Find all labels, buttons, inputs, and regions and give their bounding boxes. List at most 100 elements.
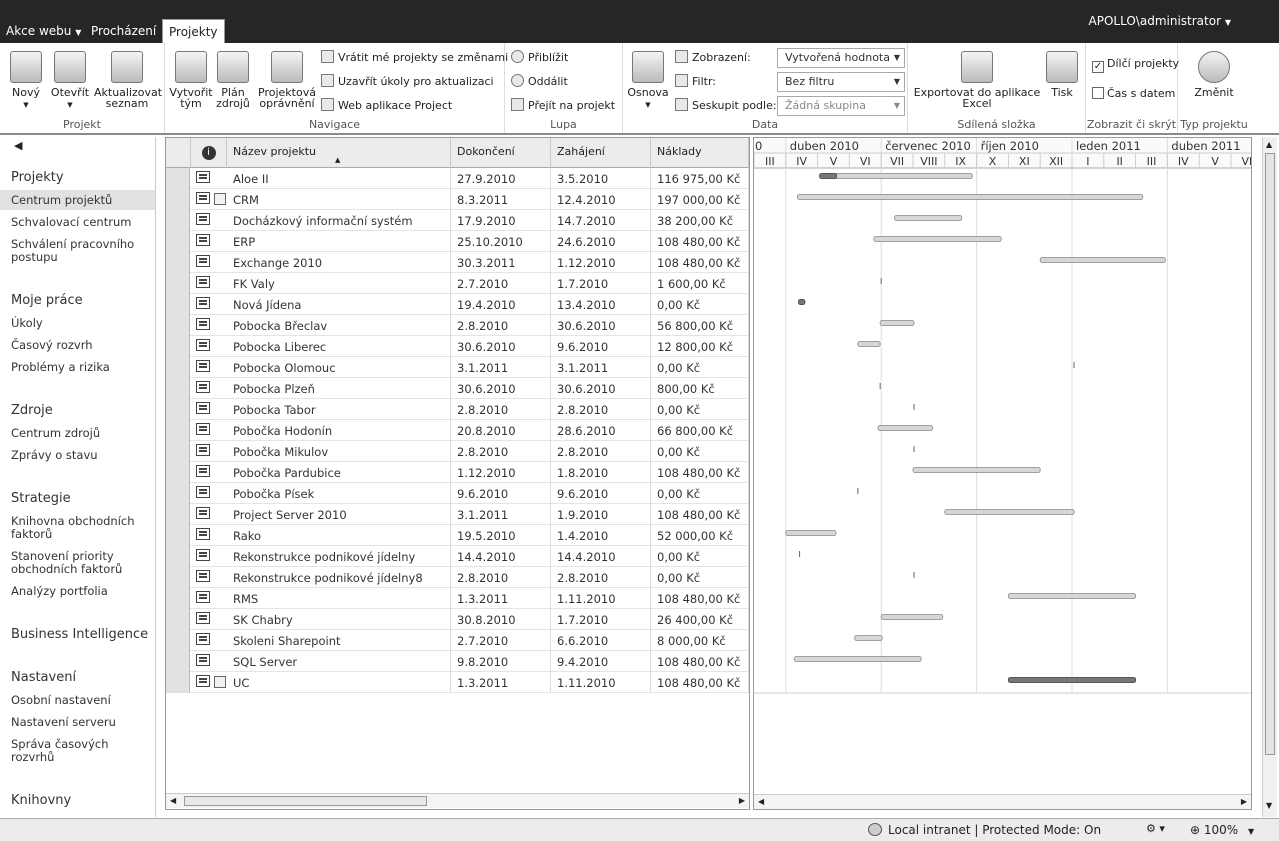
zoom-out-button[interactable]: Oddálit [511, 74, 568, 90]
project-icon[interactable] [196, 591, 210, 603]
subprojects-checkbox[interactable]: ✓ Dílčí projekty [1092, 56, 1179, 73]
tab-browse[interactable]: Procházení [85, 19, 162, 43]
row-selector[interactable] [166, 651, 190, 672]
row-selector[interactable] [166, 273, 190, 294]
row-selector[interactable] [166, 525, 190, 546]
table-row[interactable]: Pobočka Pardubice 1.12.2010 1.8.2010 108 48… [166, 462, 749, 483]
cell-name[interactable]: RMS [227, 588, 451, 609]
scroll-left-icon[interactable]: ◀ [170, 796, 176, 805]
zoom-in-button[interactable]: Přiblížit [511, 50, 568, 66]
tab-projects[interactable]: Projekty [162, 19, 225, 43]
row-selector[interactable] [166, 315, 190, 336]
nav-item-sprava[interactable]: Správa časových rozvrhů [11, 738, 151, 764]
nav-item-ukoly[interactable]: Úkoly [11, 317, 151, 330]
build-team-button[interactable]: Vytvořit tým [169, 51, 213, 109]
project-detail-icon[interactable] [214, 193, 226, 205]
gantt-bar[interactable] [894, 215, 963, 221]
web-app-button[interactable]: Web aplikace Project [321, 98, 452, 114]
nav-heading-zdroje[interactable]: Zdroje [11, 403, 53, 418]
filter-select[interactable]: Bez filtru ▼ [777, 72, 905, 92]
outline-button[interactable]: Osnova ▼ [627, 51, 669, 111]
scrollbar-thumb[interactable] [1265, 153, 1275, 755]
row-selector[interactable] [166, 420, 190, 441]
project-icon[interactable] [196, 276, 210, 288]
table-row[interactable]: Pobočka Mikulov 2.8.2010 2.8.2010 0,00 Kč [166, 441, 749, 462]
table-row[interactable]: Pobočka Písek 9.6.2010 9.6.2010 0,00 Kč [166, 483, 749, 504]
column-header-name[interactable]: Název projektu ▲ [227, 138, 451, 168]
scroll-up-icon[interactable]: ▲ [1266, 140, 1272, 149]
cell-name[interactable]: Pobocka Tabor [227, 399, 451, 420]
nav-heading-nastaveni[interactable]: Nastavení [11, 670, 76, 685]
table-row[interactable]: Pobocka Břeclav 2.8.2010 30.6.2010 56 800,0… [166, 315, 749, 336]
row-selector[interactable] [166, 630, 190, 651]
gantt-bar[interactable] [793, 656, 922, 662]
table-row[interactable]: CRM 8.3.2011 12.4.2010 197 000,00 Kč [166, 189, 749, 210]
gantt-progress[interactable] [1007, 677, 1136, 683]
table-row[interactable]: Pobocka Tabor 2.8.2010 2.8.2010 0,00 Kč [166, 399, 749, 420]
project-icon[interactable] [196, 192, 210, 204]
gantt-bar[interactable] [857, 341, 881, 347]
cell-name[interactable]: Pobocka Liberec [227, 336, 451, 357]
project-icon[interactable] [196, 213, 210, 225]
cell-name[interactable]: Rako [227, 525, 451, 546]
cell-name[interactable]: Pobočka Pardubice [227, 462, 451, 483]
nav-item-centrum-zdroju[interactable]: Centrum zdrojů [11, 427, 151, 440]
row-selector[interactable] [166, 567, 190, 588]
project-icon[interactable] [196, 171, 210, 183]
nav-item-centrum-projektu[interactable]: Centrum projektů [0, 190, 155, 210]
project-icon[interactable] [196, 444, 210, 456]
row-selector[interactable] [166, 231, 190, 252]
table-row[interactable]: FK Valy 2.7.2010 1.7.2010 1 600,00 Kč [166, 273, 749, 294]
table-row[interactable]: Nová Jídena 19.4.2010 13.4.2010 0,00 Kč [166, 294, 749, 315]
nav-item-stanoveni[interactable]: Stanovení priority obchodních faktorů [11, 550, 151, 576]
project-icon[interactable] [196, 402, 210, 414]
cell-name[interactable]: SQL Server [227, 651, 451, 672]
table-row[interactable]: Aloe II 27.9.2010 3.5.2010 116 975,00 Kč [166, 168, 749, 189]
time-with-date-checkbox[interactable]: Čas s datem [1092, 86, 1175, 102]
select-all-cell[interactable] [166, 138, 191, 168]
project-icon[interactable] [196, 507, 210, 519]
nav-item-serveru[interactable]: Nastavení serveru [11, 716, 151, 729]
project-icon[interactable] [196, 381, 210, 393]
project-icon[interactable] [196, 549, 210, 561]
gantt-bar[interactable] [912, 467, 1041, 473]
cell-name[interactable]: Docházkový informační systém [227, 210, 451, 231]
table-row[interactable]: Rako 19.5.2010 1.4.2010 52 000,00 Kč [166, 525, 749, 546]
gantt-bar[interactable] [877, 425, 933, 431]
project-icon[interactable] [196, 486, 210, 498]
project-icon[interactable] [196, 339, 210, 351]
row-selector[interactable] [166, 189, 190, 210]
row-selector[interactable] [166, 483, 190, 504]
zoom-control[interactable]: ⊕ 100% ▼ [1190, 823, 1254, 837]
table-row[interactable]: Pobocka Liberec 30.6.2010 9.6.2010 12 800,0… [166, 336, 749, 357]
table-row[interactable]: ERP 25.10.2010 24.6.2010 108 480,00 Kč [166, 231, 749, 252]
column-header-cost[interactable]: Náklady [651, 138, 749, 168]
table-row[interactable]: Exchange 2010 30.3.2011 1.12.2010 108 480,0… [166, 252, 749, 273]
scroll-right-icon[interactable]: ▶ [739, 796, 745, 805]
project-icon[interactable] [196, 654, 210, 666]
export-excel-button[interactable]: Exportovat do aplikace Excel [912, 51, 1042, 109]
cell-name[interactable]: Rekonstrukce podnikové jídelny8 [227, 567, 451, 588]
nav-item-analyzy[interactable]: Analýzy portfolia [11, 585, 151, 598]
project-icon[interactable] [196, 297, 210, 309]
cell-name[interactable]: Pobočka Písek [227, 483, 451, 504]
cell-name[interactable]: Pobocka Plzeň [227, 378, 451, 399]
project-icon[interactable] [196, 234, 210, 246]
table-row[interactable]: Project Server 2010 3.1.2011 1.9.2010 108 4… [166, 504, 749, 525]
row-selector[interactable] [166, 462, 190, 483]
table-row[interactable]: Skoleni Sharepoint 2.7.2010 6.6.2010 8 000,… [166, 630, 749, 651]
project-icon[interactable] [196, 255, 210, 267]
cell-name[interactable]: Skoleni Sharepoint [227, 630, 451, 651]
table-row[interactable]: Pobocka Olomouc 3.1.2011 3.1.2011 0,00 Kč [166, 357, 749, 378]
grid-horizontal-scrollbar[interactable]: ◀ ▶ [166, 793, 749, 808]
table-row[interactable]: UC 1.3.2011 1.11.2010 108 480,00 Kč [166, 672, 749, 693]
scroll-down-icon[interactable]: ▼ [1266, 801, 1272, 810]
gantt-progress[interactable] [819, 173, 838, 179]
nav-item-knihovna[interactable]: Knihovna obchodních faktorů [11, 515, 151, 541]
gantt-bar[interactable] [880, 614, 944, 620]
column-header-finish[interactable]: Dokončení [451, 138, 551, 168]
nav-heading-moje-prace[interactable]: Moje práce [11, 293, 83, 308]
row-selector[interactable] [166, 399, 190, 420]
back-arrow-icon[interactable]: ◀ [14, 139, 22, 152]
table-row[interactable]: RMS 1.3.2011 1.11.2010 108 480,00 Kč [166, 588, 749, 609]
